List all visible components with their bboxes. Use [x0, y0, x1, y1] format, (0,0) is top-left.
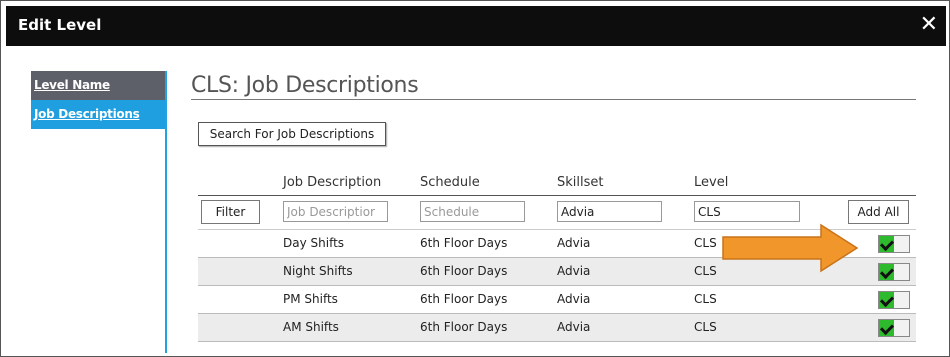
skillset-cell: Advia [557, 236, 591, 250]
job-description-cell: Day Shifts [283, 236, 345, 250]
skillset-cell: Advia [557, 320, 591, 334]
skillset-filter-input[interactable] [557, 201, 662, 222]
column-header-schedule: Schedule [420, 175, 480, 190]
select-toggle[interactable] [878, 291, 910, 309]
search-job-descriptions-button[interactable]: Search For Job Descriptions [198, 122, 386, 146]
level-cell: CLS [694, 320, 717, 334]
checkmark-icon [879, 292, 894, 308]
schedule-cell: 6th Floor Days [420, 264, 508, 278]
select-toggle[interactable] [878, 319, 910, 337]
job-description-filter-input[interactable] [283, 201, 388, 222]
schedule-cell: 6th Floor Days [420, 320, 508, 334]
sidebar: Level Name Job Descriptions [31, 71, 167, 353]
schedule-cell: 6th Floor Days [420, 236, 508, 250]
add-all-button[interactable]: Add All [848, 200, 909, 224]
level-cell: CLS [694, 292, 717, 306]
edit-level-dialog: Edit Level ✕ Level Name Job Descriptions… [0, 0, 950, 357]
checkmark-icon [879, 320, 894, 336]
column-header-skillset: Skillset [557, 175, 604, 190]
table-row: PM Shifts 6th Floor Days Advia CLS [198, 286, 916, 314]
dialog-title: Edit Level [18, 16, 102, 34]
checkmark-icon [879, 264, 894, 280]
level-cell: CLS [694, 236, 717, 250]
sidebar-item-job-descriptions[interactable]: Job Descriptions [31, 100, 165, 129]
job-description-cell: PM Shifts [283, 292, 338, 306]
select-toggle[interactable] [878, 235, 910, 253]
table-row: AM Shifts 6th Floor Days Advia CLS [198, 314, 916, 342]
job-description-cell: Night Shifts [283, 264, 353, 278]
schedule-filter-input[interactable] [420, 201, 525, 222]
select-toggle[interactable] [878, 263, 910, 281]
checkmark-icon [879, 236, 894, 252]
sidebar-item-level-name[interactable]: Level Name [31, 71, 165, 100]
column-header-level: Level [694, 175, 729, 190]
page-title: CLS: Job Descriptions [191, 73, 419, 98]
close-icon[interactable]: ✕ [920, 12, 938, 38]
arrow-right-icon [722, 223, 859, 273]
title-divider [191, 99, 916, 100]
column-header-job-description: Job Description [283, 175, 382, 190]
level-cell: CLS [694, 264, 717, 278]
title-bar: Edit Level ✕ [6, 6, 946, 46]
filter-button[interactable]: Filter [201, 200, 260, 224]
schedule-cell: 6th Floor Days [420, 292, 508, 306]
skillset-cell: Advia [557, 264, 591, 278]
job-description-cell: AM Shifts [283, 320, 339, 334]
skillset-cell: Advia [557, 292, 591, 306]
level-filter-input[interactable] [694, 201, 800, 222]
